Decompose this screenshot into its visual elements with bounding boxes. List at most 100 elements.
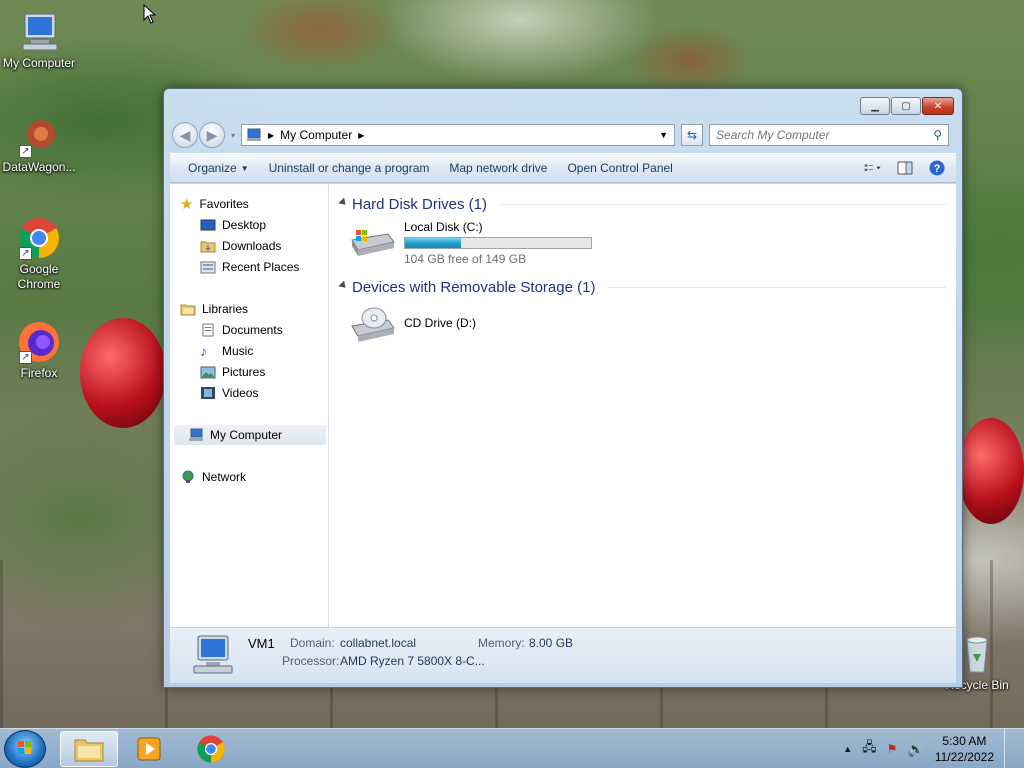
computer-icon	[189, 428, 203, 441]
breadcrumb-separator-icon[interactable]: ▶	[358, 131, 364, 140]
computer-icon	[247, 128, 262, 141]
preview-pane-icon	[897, 161, 913, 175]
breadcrumb-separator-icon[interactable]: ▶	[268, 131, 274, 140]
navigation-pane: ★ Favorites Desktop Downloads Recent Plac…	[170, 184, 329, 627]
shortcut-arrow-icon: ↗	[19, 247, 32, 260]
maximize-button[interactable]: ▢	[891, 97, 921, 115]
desktop-icon-firefox[interactable]: ↗ Firefox	[0, 320, 78, 381]
nav-music[interactable]: ♪ Music	[200, 341, 253, 361]
group-removable-storage[interactable]: Devices with Removable Storage (1)	[338, 277, 946, 297]
desktop-icon-label: My Computer	[2, 56, 76, 70]
taskbar-explorer-button[interactable]	[60, 731, 118, 767]
nav-videos[interactable]: Videos	[200, 383, 258, 403]
organize-button[interactable]: Organize ▼	[178, 156, 259, 180]
nav-downloads[interactable]: Downloads	[200, 236, 281, 256]
computer-icon	[17, 10, 61, 54]
help-icon: ?	[929, 160, 945, 176]
nav-documents[interactable]: Documents	[200, 320, 283, 340]
refresh-button[interactable]: ⇆	[681, 124, 704, 146]
processor-label: Processor:	[282, 654, 340, 668]
desktop-icon-label: DataWagon...	[2, 160, 76, 174]
content-area: ★ Favorites Desktop Downloads Recent Plac…	[170, 184, 956, 627]
shortcut-arrow-icon: ↗	[19, 145, 32, 158]
desktop-icon	[200, 219, 216, 231]
desktop-icon-label: Firefox	[20, 366, 58, 380]
drive-c-usage-fill	[405, 238, 461, 248]
clock[interactable]: 5:30 AM 11/22/2022	[935, 733, 994, 765]
address-bar[interactable]: ▶ My Computer ▶ ▼	[241, 124, 676, 146]
start-button[interactable]	[4, 730, 46, 768]
action-center-icon[interactable]: ⚑	[887, 742, 898, 756]
change-view-button[interactable]	[864, 160, 882, 176]
command-bar: Organize ▼ Uninstall or change a program …	[170, 153, 956, 183]
computer-large-icon	[193, 635, 233, 674]
desktop-icon-my-computer[interactable]: My Computer	[0, 10, 78, 71]
volume-icon[interactable]: 🔊	[907, 741, 924, 758]
taskbar-media-player-button[interactable]	[120, 731, 178, 767]
drive-c-usage-bar	[404, 237, 592, 249]
nav-favorites[interactable]: ★ Favorites	[180, 194, 249, 214]
ornament-left	[80, 318, 166, 428]
back-button[interactable]: ◀	[172, 122, 198, 148]
clock-time: 5:30 AM	[942, 734, 987, 748]
taskbar: ▲ 🖧 ⚑ 🔊 5:30 AM 11/22/2022	[0, 728, 1024, 768]
domain-label: Domain:	[290, 636, 335, 650]
music-note-icon: ♪	[200, 343, 207, 359]
help-button[interactable]: ?	[928, 160, 946, 176]
collapse-triangle-icon	[338, 197, 349, 208]
refresh-icon: ⇆	[686, 128, 698, 142]
nav-pictures[interactable]: Pictures	[200, 362, 265, 382]
media-player-icon	[137, 737, 161, 761]
search-box[interactable]: ⚲	[709, 124, 950, 146]
uninstall-program-button[interactable]: Uninstall or change a program	[259, 156, 440, 180]
nav-recent-places[interactable]: Recent Places	[200, 257, 299, 277]
close-button[interactable]: ✕	[922, 97, 954, 115]
desktop-icon-label: Google Chrome	[17, 262, 61, 291]
nav-libraries[interactable]: Libraries	[180, 299, 248, 319]
forward-button[interactable]: ▶	[199, 122, 225, 148]
drives-view: Hard Disk Drives (1) Local Disk (C:) 104…	[330, 184, 956, 627]
chrome-icon: ↗	[17, 216, 61, 260]
videos-icon	[201, 387, 215, 399]
drive-local-disk-c[interactable]: Local Disk (C:) 104 GB free of 149 GB	[348, 220, 592, 266]
show-hidden-icons-button[interactable]: ▲	[843, 744, 852, 754]
search-icon: ⚲	[933, 128, 943, 142]
datawagon-icon: ↗	[17, 114, 61, 158]
drive-c-free-space: 104 GB free of 149 GB	[404, 252, 527, 266]
drive-c-name: Local Disk (C:)	[404, 220, 483, 234]
search-input[interactable]	[716, 128, 934, 142]
memory-label: Memory:	[478, 636, 525, 650]
preview-pane-button[interactable]	[896, 160, 914, 176]
ornament-right	[958, 418, 1024, 524]
drive-d-name: CD Drive (D:)	[404, 316, 476, 330]
map-network-drive-button[interactable]: Map network drive	[439, 156, 557, 180]
network-icon	[182, 470, 194, 483]
nav-network[interactable]: Network	[180, 467, 246, 487]
group-hard-disk-drives[interactable]: Hard Disk Drives (1)	[338, 194, 946, 214]
show-desktop-button[interactable]	[1004, 729, 1014, 768]
recent-pages-dropdown[interactable]: ▾	[231, 131, 235, 140]
nav-my-computer[interactable]: My Computer	[174, 425, 326, 445]
view-options-icon	[864, 164, 881, 171]
breadcrumb-my-computer[interactable]: My Computer	[280, 128, 352, 142]
hard-drive-icon	[351, 230, 395, 256]
nav-desktop[interactable]: Desktop	[200, 215, 266, 235]
clock-date: 11/22/2022	[934, 750, 994, 764]
desktop-icon-chrome[interactable]: ↗ Google Chrome	[0, 216, 78, 292]
desktop-icon-datawagon[interactable]: ↗ DataWagon...	[0, 114, 78, 175]
minimize-button[interactable]: ▁	[860, 97, 890, 115]
open-control-panel-button[interactable]: Open Control Panel	[557, 156, 682, 180]
processor-value: AMD Ryzen 7 5800X 8-C...	[340, 654, 485, 668]
collapse-triangle-icon	[338, 280, 349, 291]
explorer-window[interactable]: ▁ ▢ ✕ ◀ ▶ ▾ ▶ My Computer ▶ ▼ ⇆ ⚲ Organi…	[163, 88, 963, 688]
domain-value: collabnet.local	[340, 636, 417, 650]
taskbar-chrome-button[interactable]	[182, 731, 240, 767]
drive-cd-d[interactable]: CD Drive (D:)	[348, 304, 476, 344]
history-buttons: ◀ ▶	[172, 122, 225, 148]
folder-icon	[74, 739, 104, 762]
address-dropdown-icon[interactable]: ▼	[659, 130, 674, 140]
memory-value: 8.00 GB	[529, 636, 574, 650]
network-status-icon[interactable]: 🖧	[862, 738, 877, 760]
libraries-icon	[180, 304, 196, 316]
navigation-bar: ◀ ▶ ▾ ▶ My Computer ▶ ▼ ⇆ ⚲	[172, 122, 954, 148]
